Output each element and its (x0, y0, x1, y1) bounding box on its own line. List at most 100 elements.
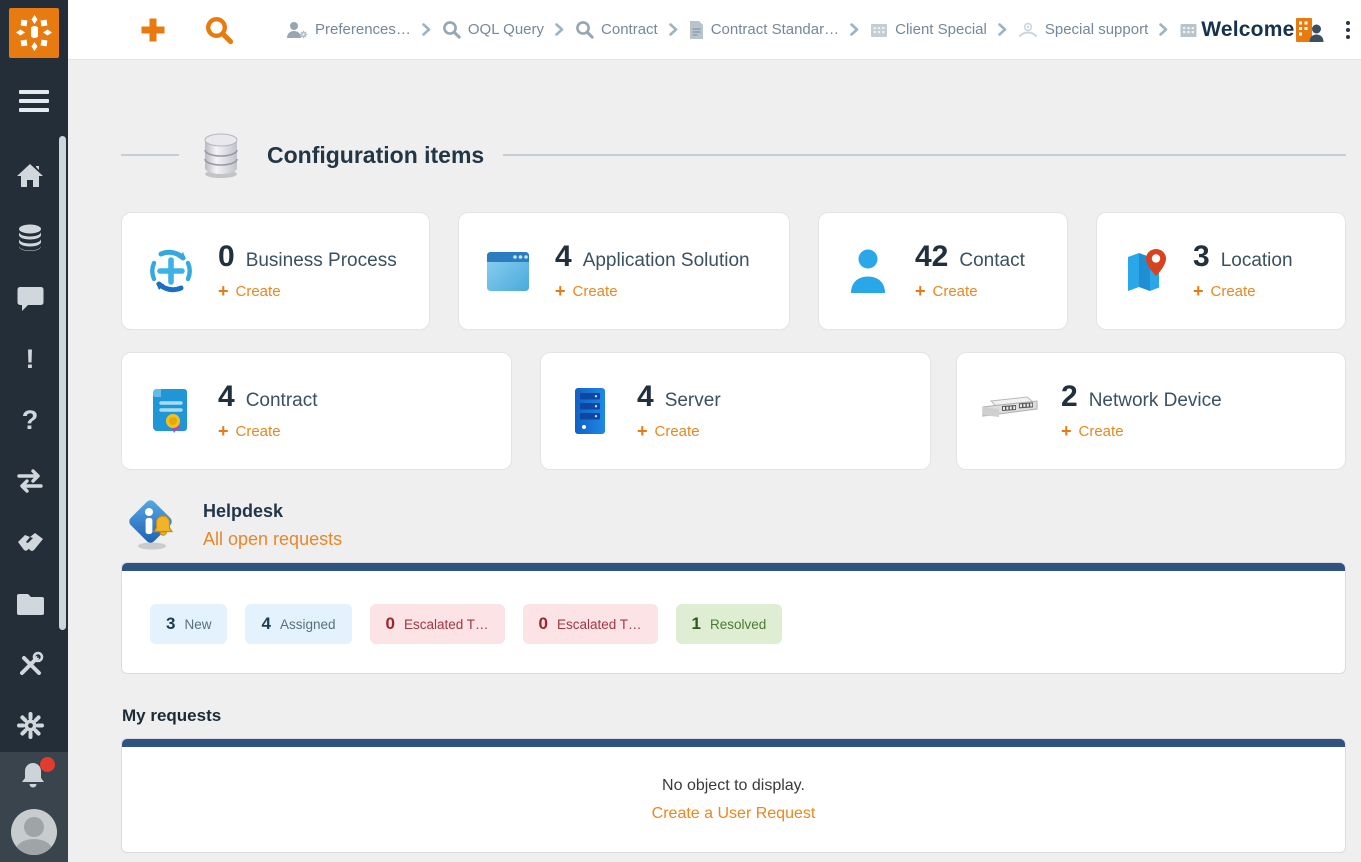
header-right-actions (1294, 17, 1354, 43)
card-count-link[interactable]: 4 Contract (218, 382, 318, 412)
chevron-right-icon (669, 23, 678, 36)
card-count-link[interactable]: 42 Contact (915, 242, 1025, 272)
breadcrumb-item-preferences[interactable]: Preferences… (286, 21, 411, 39)
plus-icon: + (637, 422, 648, 440)
create-location-link[interactable]: +Create (1193, 282, 1293, 300)
plus-icon: + (218, 282, 229, 300)
breadcrumb-item-oql-query[interactable]: OQL Query (442, 20, 544, 39)
card-count-link[interactable]: 4 Application Solution (555, 242, 750, 272)
section-title: Configuration items (267, 142, 484, 169)
tools-icon (17, 651, 44, 678)
sidebar-item-home[interactable] (0, 158, 60, 194)
decorative-line (121, 154, 179, 156)
card-business-process: 0 Business Process + Create (121, 212, 430, 330)
chevron-right-icon (850, 23, 859, 36)
create-label: Create (1211, 283, 1256, 300)
location-icon (1122, 247, 1170, 295)
create-label: Create (236, 283, 281, 300)
breadcrumb-label: Client Special (895, 21, 987, 38)
global-search-button[interactable] (204, 15, 234, 45)
sidebar-user-zone (0, 752, 68, 862)
card-count-link[interactable]: 4 Server (637, 382, 721, 412)
sidebar-item-help[interactable]: ? (0, 402, 60, 438)
breadcrumb-current-page: Welcome (1179, 18, 1294, 42)
card-count-link[interactable]: 2 Network Device (1061, 382, 1222, 412)
search-icon (575, 20, 594, 39)
menu-toggle-button[interactable] (19, 90, 49, 114)
search-icon (204, 15, 234, 45)
badge-count: 0 (386, 614, 395, 634)
card-label: Network Device (1089, 390, 1222, 412)
chevron-right-icon (422, 23, 431, 36)
card-count-link[interactable]: 3 Location (1193, 242, 1293, 272)
sidebar-scrollbar[interactable] (59, 136, 66, 630)
badge-label: Assigned (280, 617, 336, 632)
plus-icon: + (1061, 422, 1072, 440)
card-contract: 4 Contract +Create (121, 352, 512, 470)
create-network-device-link[interactable]: +Create (1061, 422, 1222, 440)
card-count-link[interactable]: 0 Business Process (218, 242, 397, 272)
user-avatar[interactable] (11, 809, 57, 855)
breadcrumb-item-special-support[interactable]: Special support (1018, 21, 1148, 39)
badge-count: 3 (166, 614, 175, 634)
create-user-request-link[interactable]: Create a User Request (122, 805, 1345, 823)
network-device-icon (981, 393, 1039, 429)
chevron-right-icon (1159, 23, 1168, 36)
badge-label: Escalated T… (557, 617, 642, 632)
badge-label: Escalated T… (404, 617, 489, 632)
breadcrumb-item-client-special[interactable]: Client Special (870, 21, 987, 38)
badge-escalated-ttr[interactable]: 0 Escalated T… (523, 604, 658, 644)
create-server-link[interactable]: +Create (637, 422, 721, 440)
breadcrumb-label: Preferences… (315, 21, 411, 38)
badge-count: 4 (261, 614, 270, 634)
sidebar-item-discussions[interactable] (0, 280, 60, 316)
breadcrumb-item-contract[interactable]: Contract (575, 20, 658, 39)
question-icon: ? (22, 407, 39, 434)
create-application-solution-link[interactable]: +Create (555, 282, 750, 300)
business-process-icon (147, 247, 195, 295)
organization-selector-button[interactable] (1294, 17, 1324, 43)
badge-new[interactable]: 3 New (150, 604, 227, 644)
section-header-configuration-items: Configuration items (121, 127, 1346, 183)
organization-icon (1179, 21, 1198, 38)
sidebar-item-alerts[interactable]: ! (0, 341, 60, 377)
badge-count: 1 (692, 614, 701, 634)
sidebar-item-transfers[interactable] (0, 463, 60, 499)
chevron-right-icon (555, 23, 564, 36)
create-contract-link[interactable]: +Create (218, 422, 318, 440)
breadcrumb-item-contract-standard[interactable]: Contract Standar… (689, 21, 839, 39)
create-label: Create (236, 423, 281, 440)
handshake-icon (16, 530, 45, 555)
more-options-button[interactable] (1342, 19, 1354, 41)
all-open-requests-link[interactable]: All open requests (203, 529, 342, 550)
server-icon (573, 387, 607, 435)
contract-icon (149, 387, 193, 435)
sidebar-item-data[interactable] (0, 219, 60, 255)
card-count: 2 (1061, 382, 1078, 412)
folder-icon (17, 592, 44, 615)
breadcrumb: Preferences… OQL Query Contract Contract… (286, 18, 1294, 42)
quick-create-button[interactable] (138, 15, 168, 45)
org-person-icon (1294, 17, 1324, 43)
database-silver-icon (198, 131, 244, 179)
create-contact-link[interactable]: +Create (915, 282, 1025, 300)
sidebar-item-settings[interactable] (0, 707, 60, 743)
helpdesk-status-badges: 3 New 4 Assigned 0 Escalated T… 0 Escala… (150, 604, 1345, 644)
helpdesk-panel: 3 New 4 Assigned 0 Escalated T… 0 Escala… (121, 562, 1346, 674)
itop-logo[interactable] (9, 8, 59, 58)
sidebar-item-services[interactable] (0, 524, 60, 560)
card-count: 3 (1193, 242, 1210, 272)
card-location: 3 Location +Create (1096, 212, 1346, 330)
sidebar-item-admin-tools[interactable] (0, 646, 60, 682)
badge-assigned[interactable]: 4 Assigned (245, 604, 351, 644)
create-business-process-link[interactable]: + Create (218, 282, 397, 300)
card-label: Application Solution (583, 250, 750, 272)
card-label: Contact (959, 250, 1024, 272)
sidebar-item-documents[interactable] (0, 585, 60, 621)
search-icon (442, 20, 461, 39)
notifications-button[interactable] (17, 760, 53, 794)
badge-escalated-tto[interactable]: 0 Escalated T… (370, 604, 505, 644)
create-label: Create (573, 283, 618, 300)
badge-resolved[interactable]: 1 Resolved (676, 604, 783, 644)
plus-icon (138, 15, 168, 45)
